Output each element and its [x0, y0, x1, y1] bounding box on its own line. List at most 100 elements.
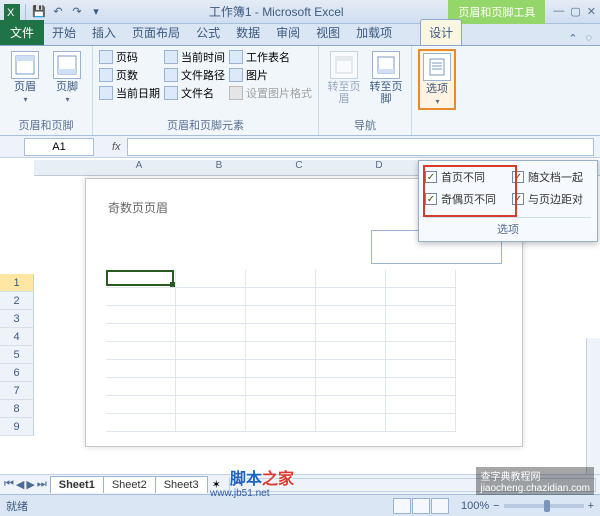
checkbox-icon: ✓ [512, 193, 524, 205]
tab-formulas[interactable]: 公式 [188, 20, 228, 45]
row-header[interactable]: 3 [0, 310, 34, 328]
row-header[interactable]: 7 [0, 382, 34, 400]
last-sheet-icon[interactable]: ⏭ [37, 478, 47, 491]
options-icon [423, 53, 451, 81]
header-center-section[interactable] [239, 230, 368, 264]
first-sheet-icon[interactable]: ⏮ [4, 478, 14, 491]
formula-bar[interactable] [127, 138, 594, 156]
restore-icon[interactable]: ▢ [570, 5, 580, 18]
window-title: 工作簿1 - Microsoft Excel [104, 3, 448, 20]
zoom-level[interactable]: 100% [461, 500, 489, 512]
align-with-margins-checkbox[interactable]: ✓与页边距对 [512, 191, 591, 207]
sheet-nav: ⏮ ◀ ▶ ⏭ [0, 478, 51, 491]
time-icon [164, 50, 178, 64]
tab-review[interactable]: 审阅 [268, 20, 308, 45]
page-break-view-icon[interactable] [431, 498, 449, 514]
doc-name: 工作簿1 [209, 5, 252, 19]
prev-sheet-icon[interactable]: ◀ [16, 478, 24, 491]
row-header[interactable]: 1 [0, 274, 34, 292]
close-icon[interactable]: ✕ [587, 5, 596, 18]
header-left-section[interactable] [106, 230, 235, 264]
tab-home[interactable]: 开始 [44, 20, 84, 45]
tab-data[interactable]: 数据 [228, 20, 268, 45]
new-sheet-icon[interactable]: ✶ [208, 478, 225, 491]
horizontal-scrollbar[interactable] [229, 478, 596, 492]
file-path-button[interactable]: 文件路径 [164, 67, 225, 83]
row-header[interactable]: 2 [0, 292, 34, 310]
minimize-icon[interactable]: — [553, 5, 564, 18]
footer-button[interactable]: 页脚▾ [48, 49, 86, 106]
checkbox-icon: ✓ [425, 193, 437, 205]
app-name: Microsoft Excel [262, 5, 343, 19]
tab-view[interactable]: 视图 [308, 20, 348, 45]
checkbox-icon: ✓ [425, 171, 437, 183]
name-box[interactable]: A1 [24, 138, 94, 156]
tab-addins[interactable]: 加载项 [348, 20, 400, 45]
different-first-page-checkbox[interactable]: ✓首页不同 [425, 169, 504, 185]
next-sheet-icon[interactable]: ▶ [26, 478, 34, 491]
sheet-name-button[interactable]: 工作表名 [229, 49, 312, 65]
row-header[interactable]: 9 [0, 418, 34, 436]
different-odd-even-checkbox[interactable]: ✓奇偶页不同 [425, 191, 504, 207]
options-button[interactable]: 选项▾ [418, 49, 456, 110]
undo-icon[interactable]: ↶ [50, 4, 66, 20]
redo-icon[interactable]: ↷ [69, 4, 85, 20]
row-header[interactable]: 5 [0, 346, 34, 364]
group-label: 页眉和页脚 [6, 115, 86, 133]
group-navigation: 转至页眉 转至页脚 导航 [319, 46, 412, 135]
page-count-button[interactable]: 页数 [99, 67, 160, 83]
page-number-button[interactable]: 页码 [99, 49, 160, 65]
group-options: 选项▾ [412, 46, 462, 135]
ribbon-tabs: 文件 开始 插入 页面布局 公式 数据 审阅 视图 加载项 设计 ⌃ ◌ [0, 24, 600, 46]
fx-icon[interactable]: fx [112, 141, 121, 153]
page-number-icon [99, 50, 113, 64]
picture-button[interactable]: 图片 [229, 67, 312, 83]
chevron-down-icon: ▾ [435, 97, 439, 106]
help-area: ⌃ ◌ [568, 32, 600, 45]
page-layout-view-icon[interactable] [412, 498, 430, 514]
options-popup: ✓首页不同 ✓随文档一起 ✓奇偶页不同 ✓与页边距对 选项 [418, 160, 598, 242]
sheet-tab[interactable]: Sheet3 [155, 476, 208, 493]
formula-bar-row: A1 fx [0, 136, 600, 158]
file-name-button[interactable]: 文件名 [164, 85, 225, 101]
excel-icon[interactable]: X [4, 4, 20, 20]
tab-design[interactable]: 设计 [420, 19, 462, 45]
save-icon[interactable]: 💾 [31, 4, 47, 20]
status-bar: 就绪 100% − + [0, 494, 600, 516]
qat-dropdown-icon[interactable]: ▾ [88, 4, 104, 20]
zoom-in-icon[interactable]: + [588, 500, 594, 512]
current-date-button[interactable]: 当前日期 [99, 85, 160, 101]
active-cell[interactable] [106, 270, 174, 286]
goto-header-icon [330, 51, 358, 79]
tab-insert[interactable]: 插入 [84, 20, 124, 45]
tab-page-layout[interactable]: 页面布局 [124, 20, 188, 45]
zoom-out-icon[interactable]: − [493, 500, 499, 512]
sheet-tab[interactable]: Sheet2 [103, 476, 156, 493]
qat-separator [25, 4, 26, 20]
tab-file[interactable]: 文件 [0, 20, 44, 45]
page-count-icon [99, 68, 113, 82]
sheet-tab-bar: ⏮ ◀ ▶ ⏭ Sheet1 Sheet2 Sheet3 ✶ [0, 474, 600, 494]
footer-icon [53, 51, 81, 79]
window-controls: — ▢ ✕ [553, 5, 596, 18]
header-icon [11, 51, 39, 79]
group-label [418, 119, 456, 133]
minimize-ribbon-icon[interactable]: ⌃ [568, 32, 577, 45]
contextual-tab-title: 页眉和页脚工具 [448, 0, 545, 24]
header-button[interactable]: 页眉▾ [6, 49, 44, 106]
row-header[interactable]: 6 [0, 364, 34, 382]
help-icon[interactable]: ◌ [585, 32, 592, 45]
scale-with-doc-checkbox[interactable]: ✓随文档一起 [512, 169, 591, 185]
vertical-scrollbar[interactable] [586, 338, 600, 474]
zoom-slider[interactable] [504, 504, 584, 508]
goto-header-button: 转至页眉 [325, 49, 363, 107]
row-header[interactable]: 8 [0, 400, 34, 418]
format-picture-icon [229, 86, 243, 100]
normal-view-icon[interactable] [393, 498, 411, 514]
row-header[interactable]: 4 [0, 328, 34, 346]
date-icon [99, 86, 113, 100]
view-buttons [393, 498, 449, 514]
sheet-tab[interactable]: Sheet1 [50, 476, 104, 493]
current-time-button[interactable]: 当前时间 [164, 49, 225, 65]
goto-footer-button[interactable]: 转至页脚 [367, 49, 405, 107]
